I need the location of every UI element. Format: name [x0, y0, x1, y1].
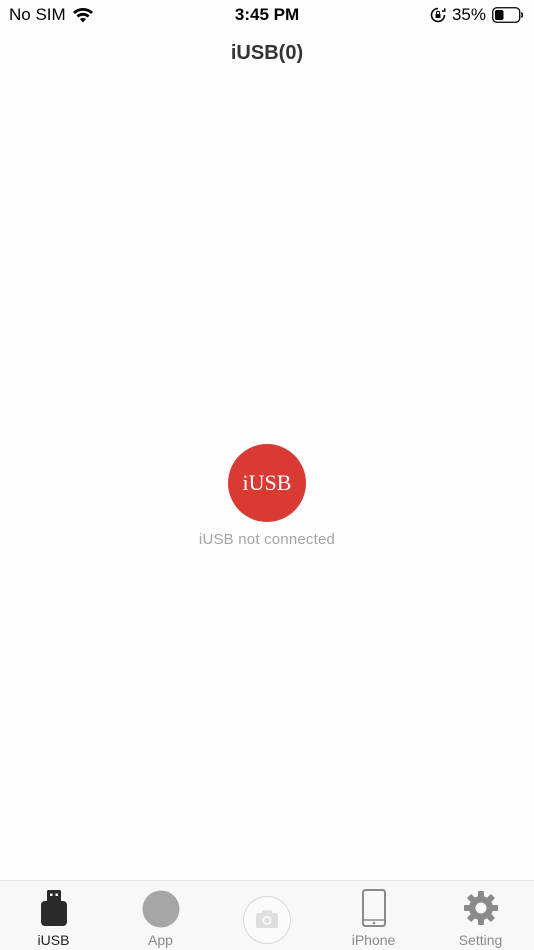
gear-icon	[463, 891, 498, 925]
tab-camera[interactable]	[213, 881, 320, 950]
tab-setting-label: Setting	[458, 932, 503, 948]
orientation-lock-icon	[430, 7, 446, 23]
tab-setting[interactable]: Setting	[427, 881, 534, 950]
tab-bar: iUSB App iPhone Setting	[0, 880, 534, 950]
app-circle-icon	[142, 890, 179, 928]
tab-app[interactable]: App	[107, 881, 214, 950]
battery-icon	[492, 7, 524, 23]
usb-drive-icon	[40, 890, 67, 926]
status-bar: No SIM 3:45 PM 35%	[0, 0, 534, 28]
iusb-connect-button[interactable]: iUSB	[228, 444, 306, 522]
battery-percent: 35%	[451, 5, 486, 24]
camera-icon	[242, 895, 291, 945]
page-title: iUSB(0)	[230, 42, 304, 64]
tab-iusb-label: iUSB	[37, 932, 70, 948]
tab-iphone-label: iPhone	[351, 932, 396, 948]
iphone-icon	[361, 889, 386, 927]
tab-iusb[interactable]: iUSB	[0, 881, 107, 950]
tab-iphone[interactable]: iPhone	[320, 881, 427, 950]
connection-status-text: iUSB not connected	[198, 531, 336, 548]
iusb-badge-label: iUSB	[242, 470, 292, 495]
tab-app-label: App	[148, 932, 173, 948]
status-right-group: 35%	[430, 5, 524, 25]
